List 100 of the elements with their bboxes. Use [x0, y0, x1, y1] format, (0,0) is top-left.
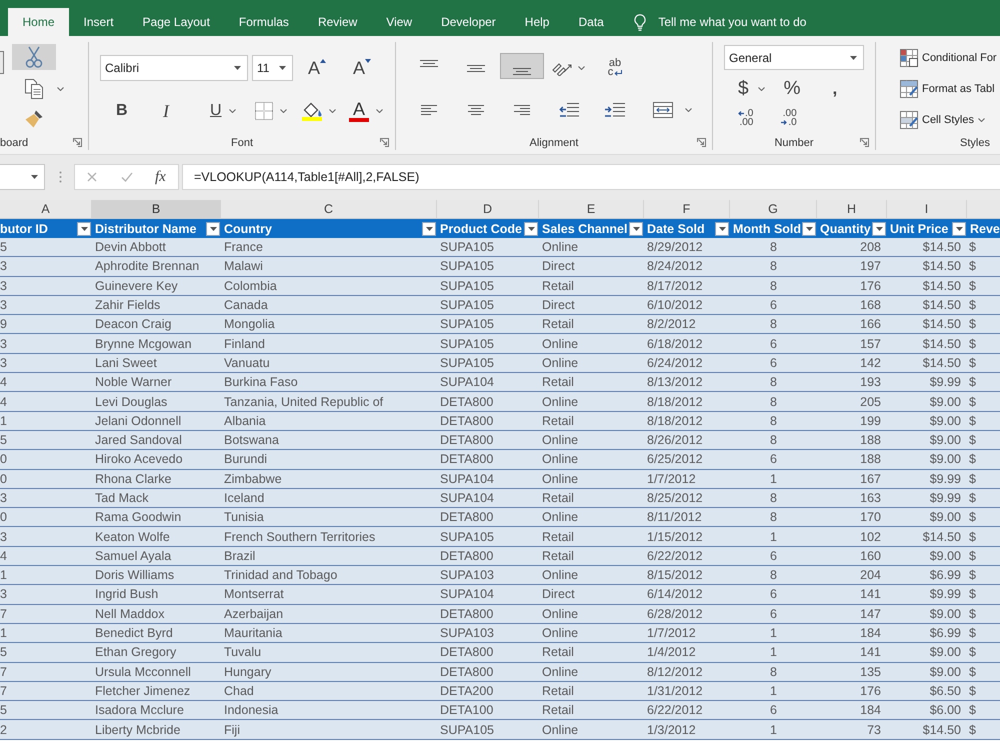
chevron-down-icon[interactable]	[978, 118, 985, 122]
cell-styles-button[interactable]: Cell Styles	[900, 110, 1000, 130]
font-name-field[interactable]: Calibri	[100, 55, 248, 81]
caret-icon[interactable]	[806, 226, 813, 230]
underline-button[interactable]: U	[207, 101, 239, 121]
ribbon-tab[interactable]: Data	[564, 8, 618, 36]
brush-icon	[25, 110, 43, 128]
table-cell: France	[221, 238, 437, 258]
filter-button[interactable]	[422, 222, 436, 236]
ribbon-tab[interactable]: Page Layout	[128, 8, 224, 36]
column-letter-header[interactable]: H	[817, 200, 887, 218]
filter-button[interactable]	[952, 222, 966, 236]
ribbon-tab[interactable]: Insert	[69, 8, 128, 36]
table-cell: 3	[0, 334, 92, 354]
currency-button[interactable]: $	[737, 78, 766, 100]
format-painter-button[interactable]	[23, 108, 45, 130]
caret-icon[interactable]	[234, 66, 241, 70]
table-cell: $14.50	[887, 257, 967, 277]
tell-me-search[interactable]: Tell me what you want to do	[634, 8, 806, 36]
bottom-align-button[interactable]	[500, 53, 544, 79]
conditional-formatting-button[interactable]: Conditional For	[900, 48, 1000, 68]
column-letter-header[interactable]: C	[221, 200, 437, 218]
column-letter-header[interactable]: I	[887, 200, 967, 218]
formula-field[interactable]: =VLOOKUP(A114,Table1[#All],2,FALSE)	[182, 164, 1000, 190]
ribbon-tab[interactable]: Review	[303, 8, 372, 36]
font-color-button[interactable]: A	[348, 100, 384, 122]
fill-color-button[interactable]	[301, 102, 337, 120]
table-cell: $9.00	[887, 604, 967, 624]
comma-style-button[interactable]: ,	[831, 78, 838, 100]
caret-icon[interactable]	[528, 226, 534, 230]
dialog-launcher-icon[interactable]	[380, 138, 389, 147]
column-letter-header[interactable]: D	[437, 200, 539, 218]
align-right-button[interactable]	[511, 102, 533, 118]
chevron-down-icon[interactable]	[758, 86, 765, 90]
table-cell: $	[967, 354, 1000, 374]
caret-icon[interactable]	[31, 175, 38, 179]
increase-font-size-button[interactable]: A	[308, 58, 326, 78]
column-letter-header[interactable]: G	[730, 200, 817, 218]
filter-button[interactable]	[872, 222, 886, 236]
table-cell: Retail	[539, 412, 644, 431]
filter-button[interactable]	[524, 222, 538, 236]
wrap-text-button[interactable]: ab c	[606, 57, 624, 79]
chevron-down-icon[interactable]	[578, 66, 585, 70]
caret-icon[interactable]	[718, 226, 726, 230]
dialog-launcher-icon[interactable]	[860, 138, 869, 147]
ribbon-tab[interactable]: Formulas	[224, 8, 304, 36]
column-letter-header[interactable]: B	[92, 200, 221, 218]
chevron-down-icon[interactable]	[376, 109, 383, 113]
caret-icon[interactable]	[850, 56, 857, 60]
chevron-down-icon[interactable]	[685, 108, 692, 112]
copy-button[interactable]	[23, 77, 66, 101]
ribbon-tab[interactable]: Help	[510, 8, 564, 36]
caret-icon[interactable]	[426, 226, 432, 230]
top-align-button[interactable]	[417, 57, 441, 70]
caret-icon[interactable]	[80, 226, 88, 230]
dialog-launcher-icon[interactable]	[73, 138, 82, 147]
column-letter-header[interactable]: E	[539, 200, 644, 218]
panel-edge-icon[interactable]	[0, 50, 4, 74]
bold-button[interactable]: B	[113, 101, 131, 121]
dialog-launcher-icon[interactable]	[697, 138, 706, 147]
caret-icon[interactable]	[279, 66, 286, 70]
table-cell: $9.00	[887, 392, 967, 412]
number-format-field[interactable]: General	[724, 45, 864, 70]
merge-center-button[interactable]	[650, 99, 695, 121]
filter-button[interactable]	[629, 222, 643, 236]
filter-button[interactable]	[802, 222, 816, 236]
triangle-up-icon	[320, 59, 326, 63]
decrease-decimal-button[interactable]: .00 .0	[780, 108, 798, 128]
ribbon-tab[interactable]: Developer	[426, 8, 510, 36]
chevron-down-icon[interactable]	[228, 109, 236, 113]
column-header-label: Distributor Name	[95, 222, 198, 236]
insert-function-button[interactable]: fx	[155, 168, 166, 186]
ribbon-tab[interactable]: Home	[8, 8, 70, 36]
borders-button[interactable]	[254, 102, 288, 120]
table-cell: Retail	[539, 276, 644, 296]
filter-button[interactable]	[715, 222, 729, 236]
column-letter-header[interactable]: F	[644, 200, 730, 218]
filter-button[interactable]	[77, 222, 91, 236]
increase-decimal-button[interactable]: .0 .00	[737, 108, 754, 128]
caret-icon[interactable]	[632, 226, 640, 230]
top-align-icon	[420, 60, 438, 67]
font-size-field[interactable]: 11	[252, 55, 293, 81]
table-cell: 1	[730, 527, 817, 547]
table-cell: 3	[0, 585, 92, 605]
right-arrow-icon	[781, 120, 788, 125]
triangle-down-icon	[365, 59, 372, 63]
ribbon-tab[interactable]: View	[372, 8, 427, 36]
chevron-down-icon[interactable]	[329, 109, 336, 113]
chevron-down-icon[interactable]	[280, 109, 287, 113]
cut-button[interactable]	[12, 44, 56, 70]
decrease-font-size-button[interactable]: A	[353, 58, 372, 78]
filter-button[interactable]	[206, 222, 220, 236]
percent-button[interactable]: %	[782, 78, 802, 100]
caret-icon[interactable]	[210, 226, 216, 230]
format-as-table-button[interactable]: Format as Tabl	[900, 79, 1000, 99]
caret-icon[interactable]	[956, 226, 962, 230]
caret-icon[interactable]	[876, 226, 882, 230]
align-left-button[interactable]	[418, 102, 440, 118]
italic-button[interactable]: I	[160, 101, 172, 121]
chevron-down-icon[interactable]	[57, 87, 64, 91]
